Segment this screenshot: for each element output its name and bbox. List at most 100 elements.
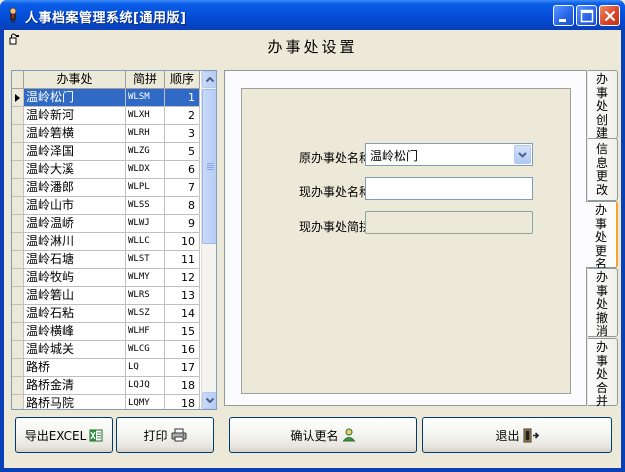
tab-merge-office[interactable]: 办事处合并 bbox=[588, 338, 618, 408]
tab-create-office[interactable]: 办事处创建 bbox=[588, 70, 618, 140]
tab-rename-office[interactable]: 办事处更名 bbox=[586, 201, 618, 271]
cell-order[interactable]: 12 bbox=[165, 269, 200, 286]
cell-code[interactable]: WLRH bbox=[126, 125, 165, 142]
close-button[interactable] bbox=[599, 5, 620, 26]
row-selector[interactable] bbox=[12, 233, 24, 250]
table-row[interactable]: 温岭泽国 WLZG 5 bbox=[12, 143, 200, 161]
dropdown-button[interactable] bbox=[514, 145, 531, 164]
cell-name[interactable]: 温岭新河 bbox=[24, 107, 126, 124]
cell-order[interactable]: 5 bbox=[165, 143, 200, 160]
cell-name[interactable]: 温岭温峤 bbox=[24, 215, 126, 232]
cell-order[interactable]: 17 bbox=[165, 359, 200, 376]
row-selector[interactable] bbox=[12, 395, 24, 409]
scroll-thumb[interactable] bbox=[202, 89, 216, 244]
row-selector[interactable] bbox=[12, 323, 24, 340]
maximize-button[interactable] bbox=[576, 5, 597, 26]
table-row[interactable]: 温岭松门 WLSM 1 bbox=[12, 89, 200, 107]
row-selector[interactable] bbox=[12, 179, 24, 196]
cell-order[interactable]: 6 bbox=[165, 161, 200, 178]
confirm-rename-button[interactable]: 确认更名 bbox=[229, 417, 417, 453]
minimize-button[interactable] bbox=[553, 5, 574, 26]
tab-revoke-office[interactable]: 办事处撤消 bbox=[588, 268, 618, 338]
cell-code[interactable]: WLLC bbox=[126, 233, 165, 250]
table-row[interactable]: 温岭牧屿 WLMY 12 bbox=[12, 269, 200, 287]
table-row[interactable]: 温岭横峰 WLHF 15 bbox=[12, 323, 200, 341]
row-selector[interactable] bbox=[12, 143, 24, 160]
cell-name[interactable]: 温岭松门 bbox=[24, 89, 126, 106]
row-selector[interactable] bbox=[12, 251, 24, 268]
column-header-code[interactable]: 简拼 bbox=[126, 71, 165, 89]
cell-name[interactable]: 温岭石塘 bbox=[24, 251, 126, 268]
table-row[interactable]: 路桥 LQ 17 bbox=[12, 359, 200, 377]
row-selector[interactable] bbox=[12, 287, 24, 304]
cell-name[interactable]: 路桥金清 bbox=[24, 377, 126, 394]
row-selector[interactable] bbox=[12, 125, 24, 142]
row-selector[interactable] bbox=[12, 341, 24, 358]
cell-name[interactable]: 温岭大溪 bbox=[24, 161, 126, 178]
row-selector[interactable] bbox=[12, 161, 24, 178]
cell-code[interactable]: WLSZ bbox=[126, 305, 165, 322]
cell-name[interactable]: 温岭潘郎 bbox=[24, 179, 126, 196]
row-selector[interactable] bbox=[12, 269, 24, 286]
cell-order[interactable]: 10 bbox=[165, 233, 200, 250]
row-selector[interactable] bbox=[12, 305, 24, 322]
row-selector[interactable] bbox=[12, 215, 24, 232]
table-row[interactable]: 路桥马院 LQMY 18 bbox=[12, 395, 200, 409]
table-row[interactable]: 温岭山市 WLSS 8 bbox=[12, 197, 200, 215]
cell-order[interactable]: 18 bbox=[165, 377, 200, 394]
cell-name[interactable]: 温岭城关 bbox=[24, 341, 126, 358]
table-row[interactable]: 温岭箬山 WLRS 13 bbox=[12, 287, 200, 305]
cell-order[interactable]: 1 bbox=[165, 89, 200, 106]
cell-code[interactable]: LQMY bbox=[126, 395, 165, 409]
cell-order[interactable]: 16 bbox=[165, 341, 200, 358]
cell-code[interactable]: WLZG bbox=[126, 143, 165, 160]
cell-code[interactable]: WLXH bbox=[126, 107, 165, 124]
cell-code[interactable]: WLDX bbox=[126, 161, 165, 178]
cell-code[interactable]: WLHF bbox=[126, 323, 165, 340]
cell-name[interactable]: 温岭横峰 bbox=[24, 323, 126, 340]
table-row[interactable]: 温岭石塘 WLST 11 bbox=[12, 251, 200, 269]
cell-order[interactable]: 7 bbox=[165, 179, 200, 196]
row-selector[interactable] bbox=[12, 359, 24, 376]
cell-name[interactable]: 路桥马院 bbox=[24, 395, 126, 409]
table-row[interactable]: 温岭淋川 WLLC 10 bbox=[12, 233, 200, 251]
cell-order[interactable]: 13 bbox=[165, 287, 200, 304]
cell-name[interactable]: 温岭泽国 bbox=[24, 143, 126, 160]
title-bar[interactable]: 人事档案管理系统[通用版] bbox=[0, 0, 625, 30]
cell-order[interactable]: 2 bbox=[165, 107, 200, 124]
cell-code[interactable]: WLMY bbox=[126, 269, 165, 286]
table-row[interactable]: 温岭城关 WLCG 16 bbox=[12, 341, 200, 359]
cell-order[interactable]: 3 bbox=[165, 125, 200, 142]
table-row[interactable]: 温岭大溪 WLDX 6 bbox=[12, 161, 200, 179]
row-selector[interactable] bbox=[12, 89, 24, 106]
cell-order[interactable]: 15 bbox=[165, 323, 200, 340]
office-grid[interactable]: 办事处 简拼 顺序 温岭松门 WLSM 1 温岭新河 WLXH 2 温岭箬横 W… bbox=[11, 70, 217, 410]
current-name-input[interactable] bbox=[365, 177, 533, 200]
cell-order[interactable]: 9 bbox=[165, 215, 200, 232]
cell-code[interactable]: WLWJ bbox=[126, 215, 165, 232]
cell-order[interactable]: 14 bbox=[165, 305, 200, 322]
cell-order[interactable]: 11 bbox=[165, 251, 200, 268]
column-header-name[interactable]: 办事处 bbox=[24, 71, 126, 89]
table-row[interactable]: 温岭潘郎 WLPL 7 bbox=[12, 179, 200, 197]
cell-code[interactable]: WLPL bbox=[126, 179, 165, 196]
table-row[interactable]: 温岭温峤 WLWJ 9 bbox=[12, 215, 200, 233]
cell-order[interactable]: 8 bbox=[165, 197, 200, 214]
cell-code[interactable]: WLCG bbox=[126, 341, 165, 358]
cell-order[interactable]: 18 bbox=[165, 395, 200, 409]
cell-name[interactable]: 温岭牧屿 bbox=[24, 269, 126, 286]
table-row[interactable]: 温岭石粘 WLSZ 14 bbox=[12, 305, 200, 323]
scroll-up-button[interactable] bbox=[202, 71, 216, 88]
table-row[interactable]: 路桥金清 LQJQ 18 bbox=[12, 377, 200, 395]
row-selector[interactable] bbox=[12, 197, 24, 214]
exit-button[interactable]: 退出 bbox=[422, 417, 612, 453]
cell-code[interactable]: WLSS bbox=[126, 197, 165, 214]
original-name-select[interactable]: 温岭松门 bbox=[365, 143, 533, 166]
cell-code[interactable]: WLST bbox=[126, 251, 165, 268]
print-button[interactable]: 打印 bbox=[116, 417, 214, 453]
row-selector[interactable] bbox=[12, 377, 24, 394]
table-row[interactable]: 温岭新河 WLXH 2 bbox=[12, 107, 200, 125]
cell-name[interactable]: 温岭淋川 bbox=[24, 233, 126, 250]
cell-code[interactable]: WLSM bbox=[126, 89, 165, 106]
cell-code[interactable]: WLRS bbox=[126, 287, 165, 304]
